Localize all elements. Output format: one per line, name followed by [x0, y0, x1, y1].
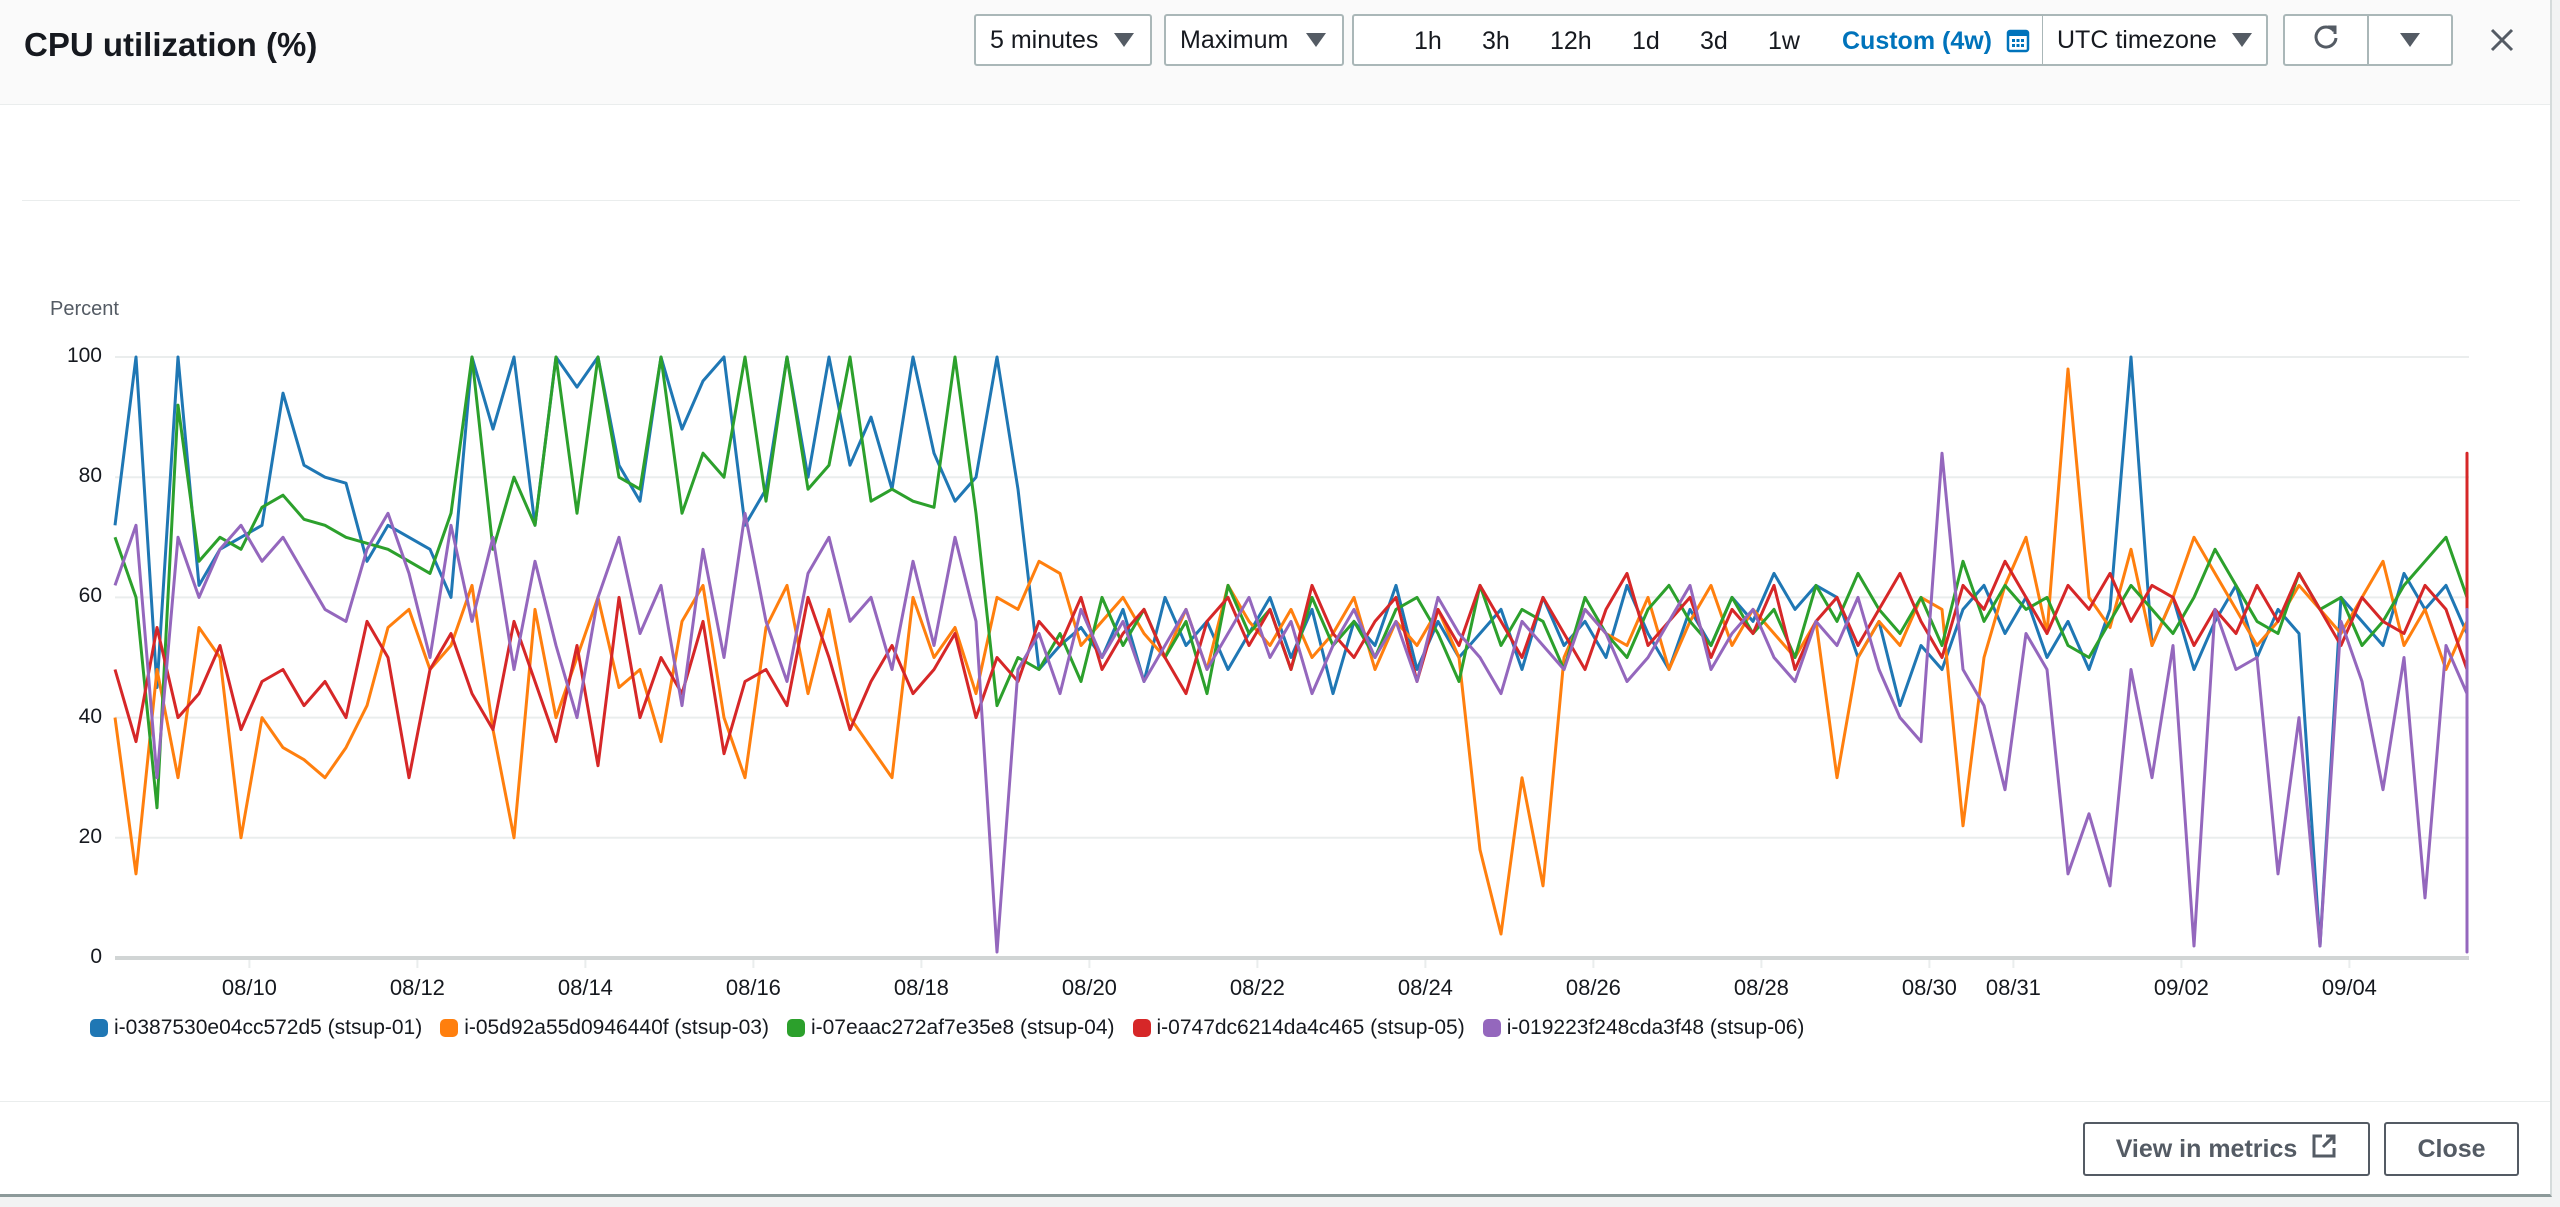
chart-legend: i-0387530e04cc572d5 (stsup-01) i-05d92a55… [90, 1016, 1804, 1040]
view-in-metrics-button[interactable]: View in metrics [2083, 1122, 2370, 1176]
chart-plot-area[interactable] [0, 0, 2552, 1000]
legend-item[interactable]: i-05d92a55d0946440f (stsup-03) [440, 1016, 769, 1040]
legend-swatch [1132, 1019, 1151, 1037]
legend-label: i-05d92a55d0946440f (stsup-03) [464, 1016, 769, 1039]
metric-modal: CPU utilization (%) 5 minutes Maximum 1h… [0, 0, 2552, 1197]
series-line-4[interactable] [113, 451, 2469, 870]
divider [0, 1101, 2550, 1102]
legend-label: i-0387530e04cc572d5 (stsup-01) [114, 1016, 423, 1039]
legend-swatch [1482, 1019, 1501, 1037]
legend-item[interactable]: i-0387530e04cc572d5 (stsup-01) [90, 1016, 422, 1040]
legend-label: i-019223f248cda3f48 (stsup-06) [1506, 1016, 1805, 1039]
legend-item[interactable]: i-0747dc6214da4c465 (stsup-05) [1132, 1016, 1465, 1040]
series-line-5[interactable] [113, 451, 2469, 954]
legend-item[interactable]: i-019223f248cda3f48 (stsup-06) [1482, 1016, 1805, 1040]
legend-label: i-07eaac272af7e35e8 (stsup-04) [810, 1016, 1115, 1039]
legend-label: i-0747dc6214da4c465 (stsup-05) [1156, 1016, 1465, 1039]
legend-swatch [90, 1019, 108, 1037]
close-button[interactable]: Close [2384, 1122, 2519, 1176]
legend-item[interactable]: i-07eaac272af7e35e8 (stsup-04) [786, 1016, 1115, 1040]
legend-swatch [786, 1019, 805, 1037]
external-link-icon [2311, 1133, 2337, 1166]
view-in-metrics-label: View in metrics [2115, 1134, 2298, 1163]
legend-swatch [440, 1019, 459, 1037]
